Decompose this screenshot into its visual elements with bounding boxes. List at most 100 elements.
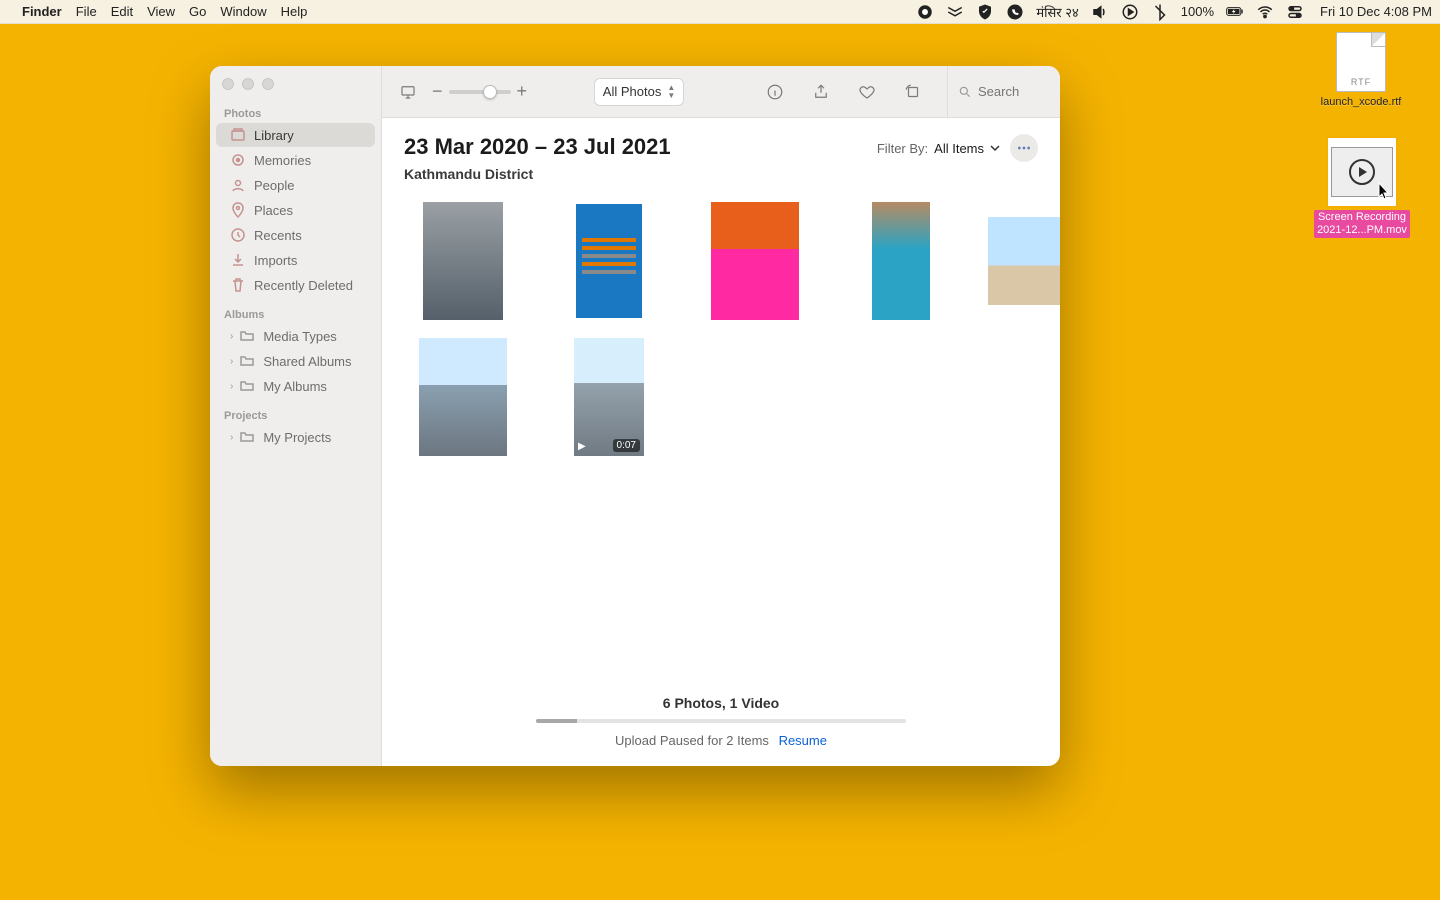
battery-percentage[interactable]: 100% [1181,4,1214,19]
search-field[interactable] [947,66,1048,118]
close-window-button[interactable] [222,78,234,90]
folder-icon [239,353,255,369]
battery-charging-icon [1226,3,1244,21]
rotate-button[interactable] [899,78,927,106]
upload-status-text: Upload Paused for 2 Items [615,733,769,748]
imports-icon [230,252,246,268]
video-thumbnail-icon [1326,136,1398,208]
video-duration: 0:07 [613,439,640,452]
video-icon: ▶ [578,441,586,452]
menu-window[interactable]: Window [220,4,266,19]
zoom-control: − + [432,81,527,102]
resume-upload-link[interactable]: Resume [779,733,827,748]
minimize-window-button[interactable] [242,78,254,90]
folder-icon [239,328,255,344]
sidebar-item-people[interactable]: People [216,173,375,197]
sidebar-item-shared-albums[interactable]: › Shared Albums [216,349,375,373]
sidebar-item-media-types[interactable]: › Media Types [216,324,375,348]
menu-help[interactable]: Help [281,4,308,19]
more-options-button[interactable] [1010,134,1038,162]
zoom-slider[interactable] [449,90,511,94]
sidebar-item-my-projects[interactable]: › My Projects [216,425,375,449]
menu-file[interactable]: File [76,4,97,19]
desktop-file-rtf[interactable]: RTF launch_xcode.rtf [1306,32,1416,109]
page-title: 23 Mar 2020 – 23 Jul 2021 [404,134,671,160]
menu-bar: Finder File Edit View Go Window Help मंस… [0,0,1440,24]
recents-icon [230,227,246,243]
filter-control[interactable]: Filter By: All Items [877,141,1000,156]
bluetooth-icon[interactable] [1151,3,1169,21]
wifi-icon[interactable] [1256,3,1274,21]
sidebar-item-memories[interactable]: Memories [216,148,375,172]
chevron-right-icon: › [230,331,233,342]
page-subtitle: Kathmandu District [382,162,1060,182]
photo-thumbnail[interactable] [842,202,960,320]
menu-clock[interactable]: Fri 10 Dec 4:08 PM [1320,4,1432,19]
favorite-button[interactable] [853,78,881,106]
filter-prefix: Filter By: [877,141,928,156]
window-traffic-lights [210,78,381,104]
sidebar-item-imports[interactable]: Imports [216,248,375,272]
volume-icon[interactable] [1091,3,1109,21]
file-type-badge: RTF [1337,77,1385,87]
zoom-out-button[interactable]: − [432,81,443,102]
desktop-file-rtf-label: launch_xcode.rtf [1306,96,1416,109]
sidebar-item-label: Media Types [263,329,336,344]
tray-icon[interactable] [946,3,964,21]
menu-nepali-date[interactable]: मंसिर २४ [1036,3,1078,21]
chevron-right-icon: › [230,381,233,392]
menu-edit[interactable]: Edit [111,4,133,19]
sidebar-item-label: Shared Albums [263,354,351,369]
menu-app-name[interactable]: Finder [22,4,62,19]
toolbar-action-group [751,78,937,106]
menu-go[interactable]: Go [189,4,206,19]
record-status-icon[interactable] [916,3,934,21]
now-playing-icon[interactable] [1121,3,1139,21]
info-button[interactable] [761,78,789,106]
filter-value: All Items [934,141,984,156]
library-icon [230,127,246,143]
view-selector[interactable]: All Photos ▲▼ [594,78,684,106]
sidebar-item-label: Places [254,203,293,218]
photo-thumbnail[interactable] [550,202,668,320]
sidebar-item-label: Imports [254,253,297,268]
viber-icon[interactable] [1006,3,1024,21]
slideshow-button[interactable] [394,78,422,106]
sidebar-item-my-albums[interactable]: › My Albums [216,374,375,398]
fullscreen-window-button[interactable] [262,78,274,90]
sidebar-item-library[interactable]: Library [216,123,375,147]
sidebar-item-label: People [254,178,294,193]
photo-thumbnail[interactable] [404,338,522,456]
chevron-right-icon: › [230,432,233,443]
search-input[interactable] [978,84,1048,99]
sidebar-item-label: Memories [254,153,311,168]
sidebar: Photos Library Memories People Places Re… [210,66,382,766]
shield-icon[interactable] [976,3,994,21]
chevron-right-icon: › [230,356,233,367]
sidebar-item-recents[interactable]: Recents [216,223,375,247]
sidebar-item-label: Recently Deleted [254,278,353,293]
share-button[interactable] [807,78,835,106]
sidebar-item-label: My Albums [263,379,327,394]
photo-thumbnail[interactable] [696,202,814,320]
places-icon [230,202,246,218]
desktop-file-video[interactable]: Screen Recording2021-12...PM.mov [1302,136,1422,238]
photo-thumbnail[interactable] [988,202,1060,320]
trash-icon [230,277,246,293]
cursor-icon [1378,182,1390,200]
control-center-icon[interactable] [1286,3,1304,21]
photo-thumbnail[interactable] [404,202,522,320]
people-icon [230,177,246,193]
chevron-down-icon [990,143,1000,153]
sidebar-item-recently-deleted[interactable]: Recently Deleted [216,273,375,297]
menu-view[interactable]: View [147,4,175,19]
document-icon: RTF [1336,32,1386,92]
footer: 6 Photos, 1 Video Upload Paused for 2 It… [382,683,1060,766]
sidebar-item-places[interactable]: Places [216,198,375,222]
zoom-in-button[interactable]: + [517,81,528,102]
video-thumbnail[interactable]: ▶ 0:07 [550,338,668,456]
search-icon [958,85,972,99]
sidebar-section-projects: Projects [210,406,381,424]
sidebar-section-albums: Albums [210,305,381,323]
folder-icon [239,378,255,394]
